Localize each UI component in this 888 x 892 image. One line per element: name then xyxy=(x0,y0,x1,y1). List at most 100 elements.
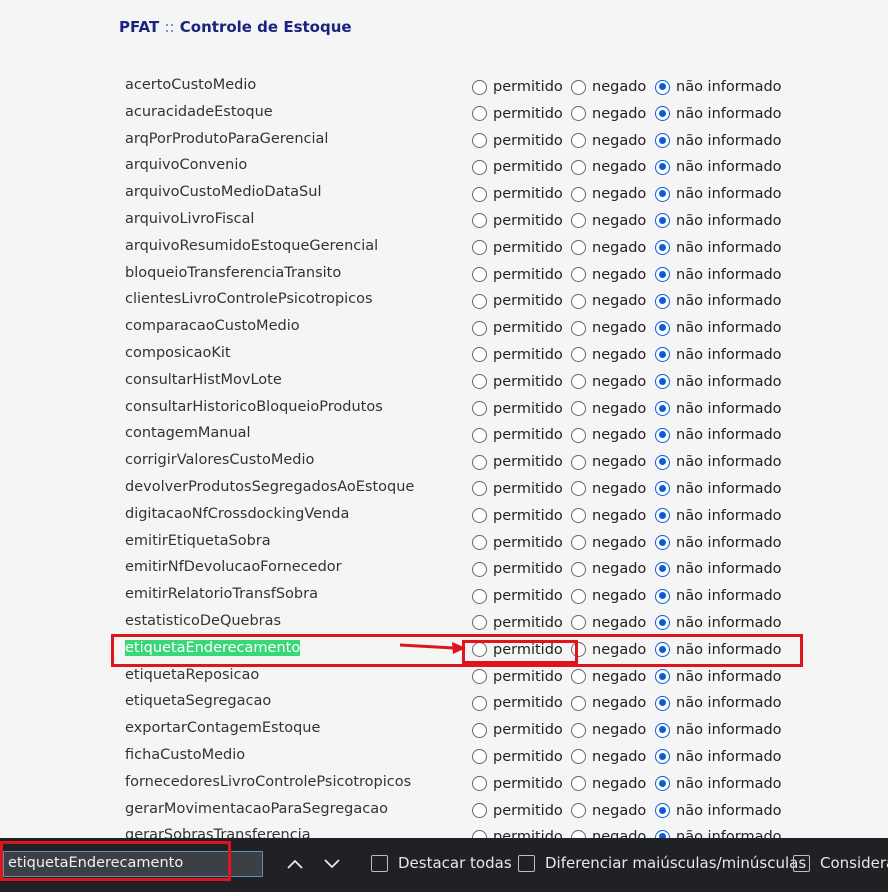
denied-option[interactable]: negado xyxy=(571,213,646,229)
permitted-option[interactable]: permitido xyxy=(472,213,563,229)
unset-radio[interactable] xyxy=(655,240,670,256)
denied-radio[interactable] xyxy=(571,240,586,256)
unset-radio[interactable] xyxy=(655,695,670,711)
find-next-button[interactable] xyxy=(321,854,343,874)
unset-radio[interactable] xyxy=(655,427,670,443)
permitted-option[interactable]: permitido xyxy=(472,535,563,551)
denied-option[interactable]: negado xyxy=(571,293,646,309)
unset-option[interactable]: não informado xyxy=(655,401,782,417)
permitted-option[interactable]: permitido xyxy=(472,133,563,149)
permitted-radio[interactable] xyxy=(472,347,487,363)
unset-option[interactable]: não informado xyxy=(655,481,782,497)
unset-radio[interactable] xyxy=(655,320,670,336)
find-previous-button[interactable] xyxy=(284,854,306,874)
permitted-radio[interactable] xyxy=(472,776,487,792)
permitted-option[interactable]: permitido xyxy=(472,159,563,175)
denied-option[interactable]: negado xyxy=(571,133,646,149)
unset-option[interactable]: não informado xyxy=(655,615,782,631)
unset-radio[interactable] xyxy=(655,588,670,604)
permitted-option[interactable]: permitido xyxy=(472,722,563,738)
denied-radio[interactable] xyxy=(571,669,586,685)
unset-option[interactable]: não informado xyxy=(655,561,782,577)
denied-option[interactable]: negado xyxy=(571,803,646,819)
unset-option[interactable]: não informado xyxy=(655,79,782,95)
permitted-radio[interactable] xyxy=(472,454,487,470)
unset-radio[interactable] xyxy=(655,293,670,309)
denied-option[interactable]: negado xyxy=(571,776,646,792)
permitted-radio[interactable] xyxy=(472,240,487,256)
denied-radio[interactable] xyxy=(571,186,586,202)
denied-option[interactable]: negado xyxy=(571,481,646,497)
permitted-option[interactable]: permitido xyxy=(472,374,563,390)
denied-radio[interactable] xyxy=(571,535,586,551)
permitted-radio[interactable] xyxy=(472,695,487,711)
denied-radio[interactable] xyxy=(571,106,586,122)
unset-option[interactable]: não informado xyxy=(655,642,782,658)
denied-radio[interactable] xyxy=(571,293,586,309)
permitted-option[interactable]: permitido xyxy=(472,588,563,604)
denied-option[interactable]: negado xyxy=(571,561,646,577)
permitted-option[interactable]: permitido xyxy=(472,642,563,658)
denied-radio[interactable] xyxy=(571,803,586,819)
denied-option[interactable]: negado xyxy=(571,454,646,470)
denied-radio[interactable] xyxy=(571,642,586,658)
denied-option[interactable]: negado xyxy=(571,79,646,95)
denied-radio[interactable] xyxy=(571,374,586,390)
denied-option[interactable]: negado xyxy=(571,106,646,122)
permitted-option[interactable]: permitido xyxy=(472,267,563,283)
unset-option[interactable]: não informado xyxy=(655,427,782,443)
permitted-radio[interactable] xyxy=(472,803,487,819)
denied-option[interactable]: negado xyxy=(571,347,646,363)
denied-option[interactable]: negado xyxy=(571,240,646,256)
unset-option[interactable]: não informado xyxy=(655,267,782,283)
denied-radio[interactable] xyxy=(571,722,586,738)
denied-option[interactable]: negado xyxy=(571,642,646,658)
permitted-radio[interactable] xyxy=(472,267,487,283)
unset-radio[interactable] xyxy=(655,561,670,577)
denied-radio[interactable] xyxy=(571,615,586,631)
unset-radio[interactable] xyxy=(655,267,670,283)
unset-option[interactable]: não informado xyxy=(655,508,782,524)
unset-option[interactable]: não informado xyxy=(655,722,782,738)
denied-radio[interactable] xyxy=(571,561,586,577)
denied-radio[interactable] xyxy=(571,213,586,229)
permitted-option[interactable]: permitido xyxy=(472,401,563,417)
permitted-option[interactable]: permitido xyxy=(472,508,563,524)
denied-option[interactable]: negado xyxy=(571,535,646,551)
permitted-option[interactable]: permitido xyxy=(472,293,563,309)
denied-option[interactable]: negado xyxy=(571,722,646,738)
unset-option[interactable]: não informado xyxy=(655,133,782,149)
permitted-radio[interactable] xyxy=(472,374,487,390)
denied-radio[interactable] xyxy=(571,267,586,283)
unset-radio[interactable] xyxy=(655,106,670,122)
denied-radio[interactable] xyxy=(571,508,586,524)
permitted-option[interactable]: permitido xyxy=(472,669,563,685)
unset-option[interactable]: não informado xyxy=(655,776,782,792)
permitted-radio[interactable] xyxy=(472,481,487,497)
unset-option[interactable]: não informado xyxy=(655,240,782,256)
denied-radio[interactable] xyxy=(571,454,586,470)
unset-radio[interactable] xyxy=(655,347,670,363)
unset-option[interactable]: não informado xyxy=(655,159,782,175)
denied-radio[interactable] xyxy=(571,79,586,95)
permitted-radio[interactable] xyxy=(472,642,487,658)
permitted-option[interactable]: permitido xyxy=(472,186,563,202)
permitted-option[interactable]: permitido xyxy=(472,776,563,792)
unset-option[interactable]: não informado xyxy=(655,374,782,390)
checkbox-box[interactable] xyxy=(371,854,388,872)
permitted-radio[interactable] xyxy=(472,320,487,336)
unset-option[interactable]: não informado xyxy=(655,186,782,202)
unset-radio[interactable] xyxy=(655,401,670,417)
unset-option[interactable]: não informado xyxy=(655,669,782,685)
permitted-option[interactable]: permitido xyxy=(472,561,563,577)
denied-radio[interactable] xyxy=(571,695,586,711)
permitted-option[interactable]: permitido xyxy=(472,427,563,443)
unset-radio[interactable] xyxy=(655,481,670,497)
denied-option[interactable]: negado xyxy=(571,749,646,765)
unset-option[interactable]: não informado xyxy=(655,293,782,309)
permitted-option[interactable]: permitido xyxy=(472,347,563,363)
permitted-option[interactable]: permitido xyxy=(472,79,563,95)
permitted-radio[interactable] xyxy=(472,79,487,95)
denied-radio[interactable] xyxy=(571,320,586,336)
unset-option[interactable]: não informado xyxy=(655,213,782,229)
